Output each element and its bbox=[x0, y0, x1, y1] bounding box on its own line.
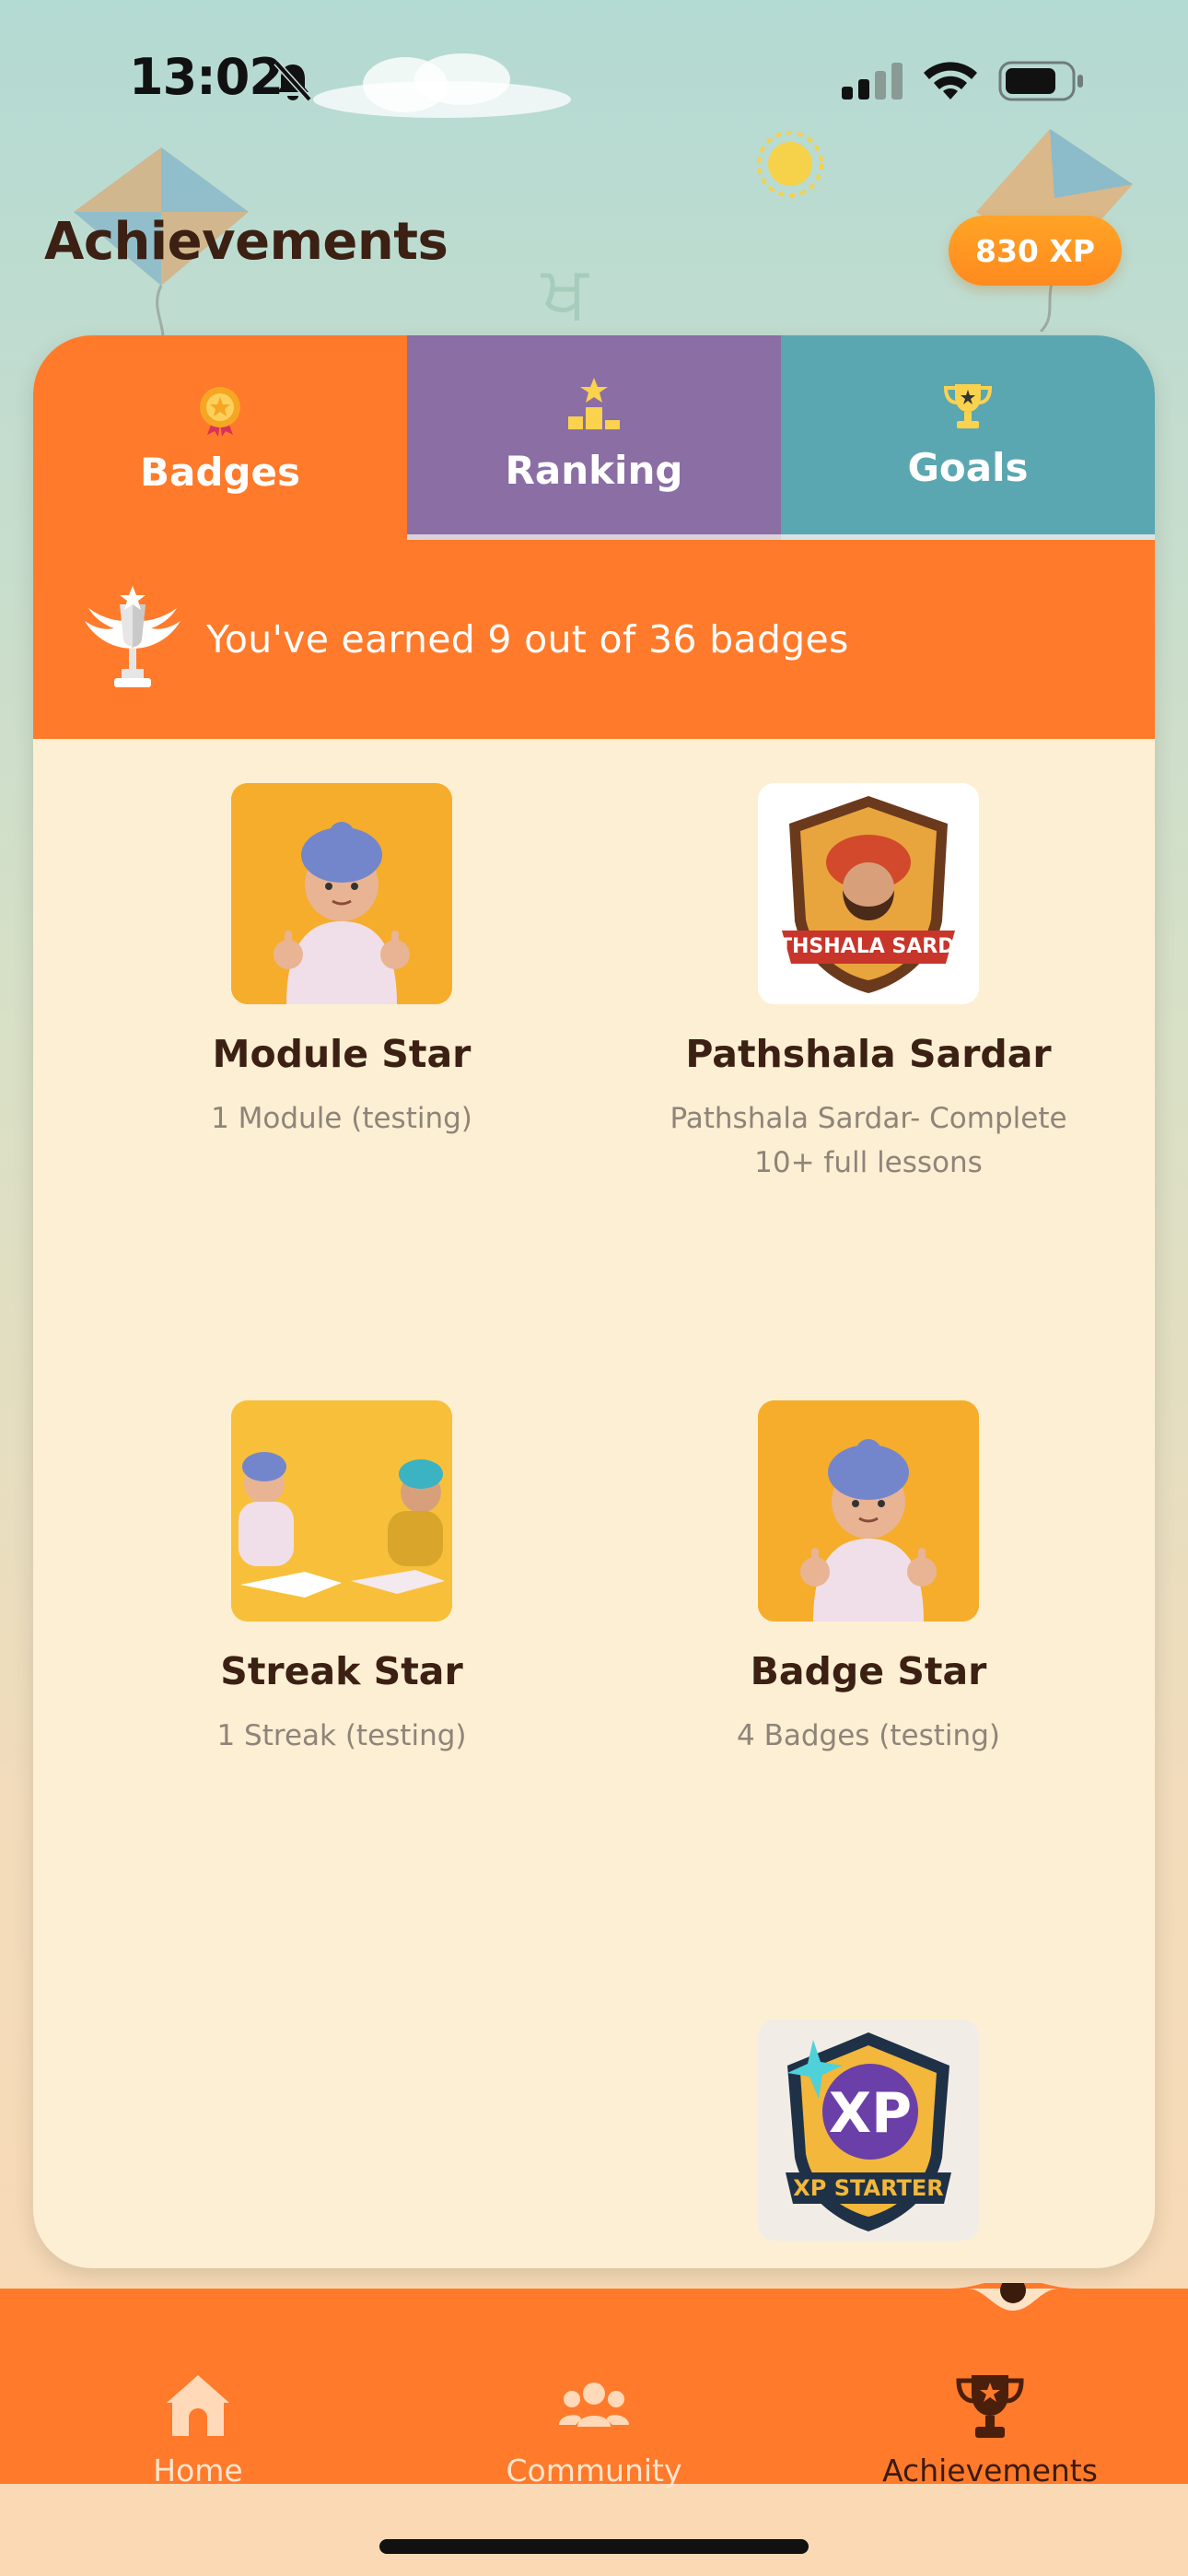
signal-icon bbox=[842, 63, 903, 100]
tab-ranking-label: Ranking bbox=[505, 447, 683, 493]
badge-streak-star[interactable]: Streak Star 1 Streak (testing) bbox=[84, 1400, 600, 1758]
badge-description: 1 Streak (testing) bbox=[216, 1719, 467, 1752]
community-icon bbox=[559, 2383, 629, 2427]
badge-image bbox=[231, 783, 452, 1004]
trophy-icon bbox=[943, 383, 993, 428]
badge-title: Streak Star bbox=[220, 1649, 463, 1693]
tab-bar: Badges Ranking Goals bbox=[33, 335, 1155, 544]
tab-goals[interactable]: Goals bbox=[781, 335, 1155, 540]
cloud-decoration bbox=[313, 53, 571, 118]
gurmukhi-decoration: ਖ bbox=[542, 249, 588, 334]
two-boys-reading-image bbox=[231, 1400, 452, 1622]
medal-icon bbox=[200, 386, 240, 437]
badge-image-text: PATHSHALA SARDAR bbox=[758, 935, 979, 958]
badge-description: Pathshala Sardar- Complete 10+ full less… bbox=[670, 1102, 1067, 1179]
badge-image bbox=[758, 1400, 979, 1622]
home-icon bbox=[167, 2375, 229, 2436]
winged-trophy-icon bbox=[85, 586, 181, 687]
badge-image-text-big: XP bbox=[829, 2081, 912, 2146]
badge-image: XP XP STARTER bbox=[758, 2020, 979, 2241]
nav-label: Achievements bbox=[882, 2453, 1098, 2488]
xp-badge[interactable]: 830 XP bbox=[949, 216, 1122, 286]
badges-summary-banner: You've earned 9 out of 36 badges bbox=[33, 540, 1155, 739]
boy-thumbs-up-image bbox=[758, 1400, 979, 1622]
tab-goals-label: Goals bbox=[907, 444, 1029, 490]
boy-thumbs-up-image bbox=[231, 783, 452, 1004]
achievements-card: Badges Ranking Goals You've earned 9 out… bbox=[33, 335, 1155, 2268]
nav-item-achievements[interactable]: Achievements bbox=[838, 2371, 1142, 2488]
badge-badge-star[interactable]: Badge Star 4 Badges (testing) bbox=[611, 1400, 1126, 1758]
badge-image-text: XP STARTER bbox=[793, 2175, 943, 2201]
badge-pathshala-sardar[interactable]: PATHSHALA SARDAR Pathshala Sardar Pathsh… bbox=[611, 783, 1126, 1185]
status-time: 13:02 bbox=[129, 48, 284, 106]
badge-image: PATHSHALA SARDAR bbox=[758, 783, 979, 1004]
badge-title: Pathshala Sardar bbox=[685, 1032, 1052, 1076]
home-indicator[interactable] bbox=[379, 2539, 809, 2554]
trophy-icon bbox=[956, 2375, 1024, 2438]
page-title: Achievements bbox=[44, 212, 448, 272]
nav-label: Home bbox=[153, 2453, 243, 2488]
xp-starter-shield-image: XP XP STARTER bbox=[758, 2020, 979, 2241]
badge-title: Module Star bbox=[212, 1032, 472, 1076]
active-tab-indicator bbox=[949, 2283, 1077, 2329]
nav-item-community[interactable]: Community bbox=[442, 2371, 746, 2488]
battery-icon bbox=[998, 61, 1083, 101]
badge-description: 4 Badges (testing) bbox=[737, 1719, 1000, 1752]
badge-xp-starter[interactable]: XP XP STARTER bbox=[611, 2020, 1126, 2241]
badges-summary-text: You've earned 9 out of 36 badges bbox=[206, 617, 849, 662]
sun-decoration bbox=[757, 131, 823, 197]
badge-description: 1 Module (testing) bbox=[211, 1102, 472, 1135]
podium-icon bbox=[568, 377, 620, 429]
badge-title: Badge Star bbox=[750, 1649, 987, 1693]
nav-item-home[interactable]: Home bbox=[46, 2371, 350, 2488]
tab-badges-label: Badges bbox=[140, 449, 300, 495]
badge-image bbox=[231, 1400, 452, 1622]
pathshala-sardar-shield-image: PATHSHALA SARDAR bbox=[758, 783, 979, 1004]
badge-module-star[interactable]: Module Star 1 Module (testing) bbox=[84, 783, 600, 1141]
tab-ranking[interactable]: Ranking bbox=[407, 335, 781, 540]
nav-label: Community bbox=[506, 2453, 682, 2488]
wifi-icon bbox=[924, 62, 977, 100]
tab-badges[interactable]: Badges bbox=[33, 335, 407, 544]
